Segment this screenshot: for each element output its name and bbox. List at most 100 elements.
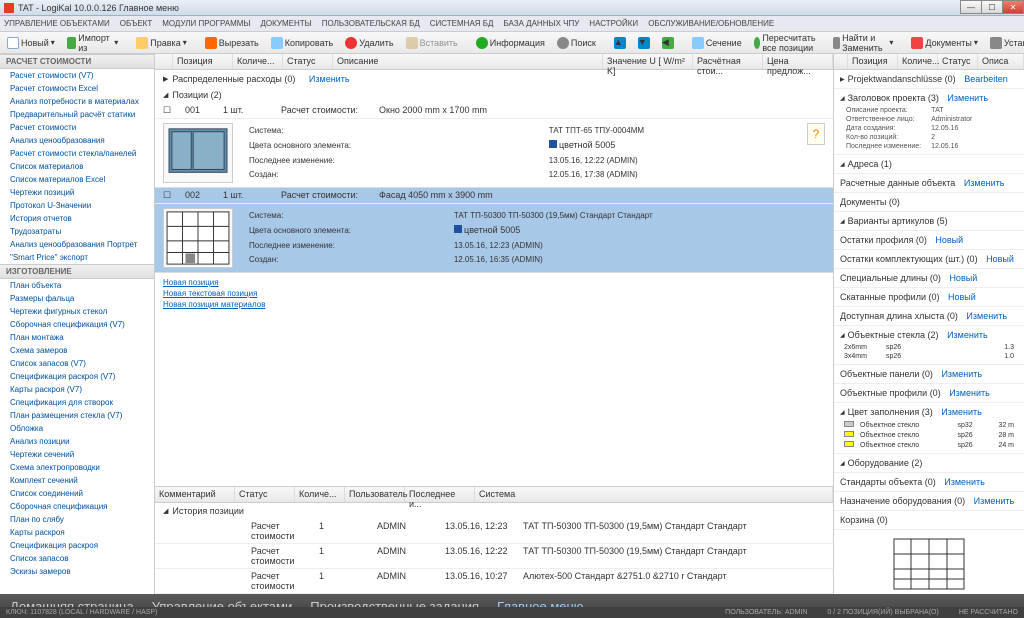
history-row[interactable]: Расчет стоимости1ADMIN13.05.16, 12:22ТАТ… bbox=[155, 544, 833, 569]
sidebar-item[interactable]: Расчет стоимости bbox=[0, 121, 154, 134]
sidebar-item[interactable]: План монтажа bbox=[0, 331, 154, 344]
project-header[interactable]: ◢Заголовок проекта (3) Изменить bbox=[840, 91, 1018, 105]
col-u[interactable]: Значение U [ W/m² K] bbox=[603, 54, 693, 69]
history-row[interactable]: Расчет стоимости1ADMIN13.05.16, 10:27Алю… bbox=[155, 569, 833, 594]
position-row[interactable]: ☐0011 шт.Расчет стоимости:Окно 2000 mm x… bbox=[155, 103, 833, 119]
docs-button[interactable]: Документы ▾ bbox=[908, 36, 980, 50]
sidebar-item[interactable]: Спецификация раскроя (V7) bbox=[0, 370, 154, 383]
col-expand[interactable] bbox=[155, 54, 173, 69]
sidebar-item[interactable]: Чертежи фигурных стекол bbox=[0, 305, 154, 318]
delete-button[interactable]: Удалить bbox=[342, 36, 396, 50]
position-row[interactable]: ☐0021 шт.Расчет стоимости:Фасад 4050 mm … bbox=[155, 188, 833, 204]
equipment-header[interactable]: ◢Оборудование (2) bbox=[840, 456, 1018, 470]
sidebar-item[interactable]: Список материалов Excel bbox=[0, 173, 154, 186]
col-desc[interactable]: Описание bbox=[333, 54, 603, 69]
history-row[interactable]: Расчет стоимости1ADMIN13.05.16, 12:23ТАТ… bbox=[155, 519, 833, 544]
sidebar-item[interactable]: Предварительный расчёт статики bbox=[0, 108, 154, 121]
profile-rem-header[interactable]: Остатки профиля (0) Новый bbox=[840, 233, 1018, 247]
whip-len-header[interactable]: Доступная длина хлыста (0) Изменить bbox=[840, 309, 1018, 323]
positions-header[interactable]: ◢Позиции (2) bbox=[155, 87, 833, 103]
docs-header[interactable]: Документы (0) bbox=[840, 195, 1018, 209]
sidebar-item[interactable]: Спецификация раскроя bbox=[0, 539, 154, 552]
sidebar-item[interactable]: Анализ потребности в материалах bbox=[0, 95, 154, 108]
sidebar-item[interactable]: Чертежи позиций bbox=[0, 186, 154, 199]
fill-color-header[interactable]: ◢Цвет заполнения (3) Изменить bbox=[840, 405, 1018, 419]
sidebar-item[interactable]: Расчет стоимости (V7) bbox=[0, 69, 154, 82]
sidebar-item[interactable]: Расчет стоимости стекла/панелей bbox=[0, 147, 154, 160]
articles-header[interactable]: ◢Варианты артикулов (5) bbox=[840, 214, 1018, 228]
sidebar-item[interactable]: План объекта bbox=[0, 279, 154, 292]
anschluss-header[interactable]: ▶Projektwandanschlüsse (0) Bearbeiten bbox=[840, 72, 1018, 86]
sidebar-item[interactable]: Размеры фальца bbox=[0, 292, 154, 305]
info-button[interactable]: Информация bbox=[473, 36, 548, 50]
sidebar-item[interactable]: Спецификация для створок bbox=[0, 396, 154, 409]
menu-item[interactable]: УПРАВЛЕНИЕ ОБЪЕКТАМИ bbox=[4, 19, 110, 28]
sidebar-item[interactable]: Протокол U-Значении bbox=[0, 199, 154, 212]
sidebar-item[interactable]: Схема замеров bbox=[0, 344, 154, 357]
sidebar-item[interactable]: Анализ ценообразования Портрет bbox=[0, 238, 154, 251]
sidebar-item[interactable]: Карты раскроя bbox=[0, 526, 154, 539]
sidebar-item[interactable]: Чертежи сечений bbox=[0, 448, 154, 461]
install-button[interactable]: Установки bbox=[987, 36, 1024, 50]
col-cost[interactable]: Расчётная стои... bbox=[693, 54, 763, 69]
menu-item[interactable]: ДОКУМЕНТЫ bbox=[261, 19, 312, 28]
sidebar-item[interactable]: Комплект сечений bbox=[0, 474, 154, 487]
sidebar-item[interactable]: "Smart Price" экспорт bbox=[0, 251, 154, 264]
calcdata-header[interactable]: Расчетные данные объекта Изменить bbox=[840, 176, 1018, 190]
obj-prof-header[interactable]: Объектные профили (0) Изменить bbox=[840, 386, 1018, 400]
menu-item[interactable]: НАСТРОЙКИ bbox=[589, 19, 638, 28]
comp-rem-header[interactable]: Остатки комплектующих (шт.) (0) Новый bbox=[840, 252, 1018, 266]
sidebar-item[interactable]: Карты раскроя (V7) bbox=[0, 383, 154, 396]
paste-button[interactable]: Вставить bbox=[403, 36, 461, 50]
spec-len-header[interactable]: Специальные длины (0) Новый bbox=[840, 271, 1018, 285]
menu-item[interactable]: СИСТЕМНАЯ БД bbox=[430, 19, 494, 28]
sidebar-item[interactable]: Обложка bbox=[0, 422, 154, 435]
history-header[interactable]: ◢История позиции bbox=[155, 503, 833, 519]
up-button[interactable]: ▲ bbox=[611, 36, 629, 50]
search-button[interactable]: Поиск bbox=[554, 36, 599, 50]
copy-button[interactable]: Копировать bbox=[268, 36, 336, 50]
sidebar-item[interactable]: Расчет стоимости Excel bbox=[0, 82, 154, 95]
sidebar-item[interactable]: Анализ позиции bbox=[0, 435, 154, 448]
sidebar-item[interactable]: Сборочная спецификация (V7) bbox=[0, 318, 154, 331]
sidebar-item[interactable]: Сборочная спецификация bbox=[0, 500, 154, 513]
position-card[interactable]: Система:ТАТ ТПТ-65 ТПУ-0004ММ Цвета осно… bbox=[155, 119, 833, 188]
sidebar-item[interactable]: Список запасов bbox=[0, 552, 154, 565]
sidebar-item[interactable]: Эскизы замеров bbox=[0, 565, 154, 578]
sidebar-item[interactable]: Анализ ценообразования bbox=[0, 134, 154, 147]
sidebar-item[interactable]: Список запасов (V7) bbox=[0, 357, 154, 370]
menu-item[interactable]: ОБЪЕКТ bbox=[120, 19, 152, 28]
standards-header[interactable]: Стандарты объекта (0) Изменить bbox=[840, 475, 1018, 489]
section-button[interactable]: Сечение bbox=[689, 36, 745, 50]
back-button[interactable]: ◀ bbox=[659, 36, 677, 50]
col-status[interactable]: Статус bbox=[283, 54, 333, 69]
col-offer[interactable]: Цена предлож... bbox=[763, 54, 833, 69]
sidebar-item[interactable]: Трудозатраты bbox=[0, 225, 154, 238]
obj-panel-header[interactable]: Объектные панели (0) Изменить bbox=[840, 367, 1018, 381]
recalc-button[interactable]: Пересчитать все позиции bbox=[751, 32, 824, 54]
new-position-link[interactable]: Новая позиция bbox=[163, 277, 825, 288]
sidebar-item[interactable]: Список материалов bbox=[0, 160, 154, 173]
sidebar-item[interactable]: История отчетов bbox=[0, 212, 154, 225]
rolled-header[interactable]: Скатанные профили (0) Новый bbox=[840, 290, 1018, 304]
down-button[interactable]: ▼ bbox=[635, 36, 653, 50]
new-material-position-link[interactable]: Новая позиция материалов bbox=[163, 299, 825, 310]
sidebar-item[interactable]: План размещения стекла (V7) bbox=[0, 409, 154, 422]
edit-button[interactable]: Правка ▾ bbox=[133, 36, 189, 50]
sidebar-item[interactable]: Список соединений bbox=[0, 487, 154, 500]
addresses-header[interactable]: ◢Адреса (1) bbox=[840, 157, 1018, 171]
find-button[interactable]: Найти и Заменить ▾ bbox=[830, 32, 896, 54]
close-button[interactable]: ✕ bbox=[1002, 0, 1024, 14]
edit-link[interactable]: Изменить bbox=[309, 74, 350, 84]
obj-glass-header[interactable]: ◢Объектные стекла (2) Изменить bbox=[840, 328, 1018, 342]
min-button[interactable]: — bbox=[960, 0, 982, 14]
col-position[interactable]: Позиция bbox=[173, 54, 233, 69]
new-button[interactable]: Новый ▾ bbox=[4, 36, 58, 50]
position-card-selected[interactable]: Система:ТАТ ТП-50300 ТП-50300 (19,5мм) С… bbox=[155, 204, 833, 273]
menu-item[interactable]: БАЗА ДАННЫХ ЧПУ bbox=[503, 19, 579, 28]
sidebar-item[interactable]: Схема электропроводки bbox=[0, 461, 154, 474]
cut-button[interactable]: Вырезать bbox=[202, 36, 262, 50]
basket-header[interactable]: Корзина (0) bbox=[840, 513, 1018, 527]
menu-item[interactable]: МОДУЛИ ПРОГРАММЫ bbox=[162, 19, 250, 28]
dist-costs-header[interactable]: ▶Распределенные расходы (0) Изменить bbox=[155, 70, 833, 87]
